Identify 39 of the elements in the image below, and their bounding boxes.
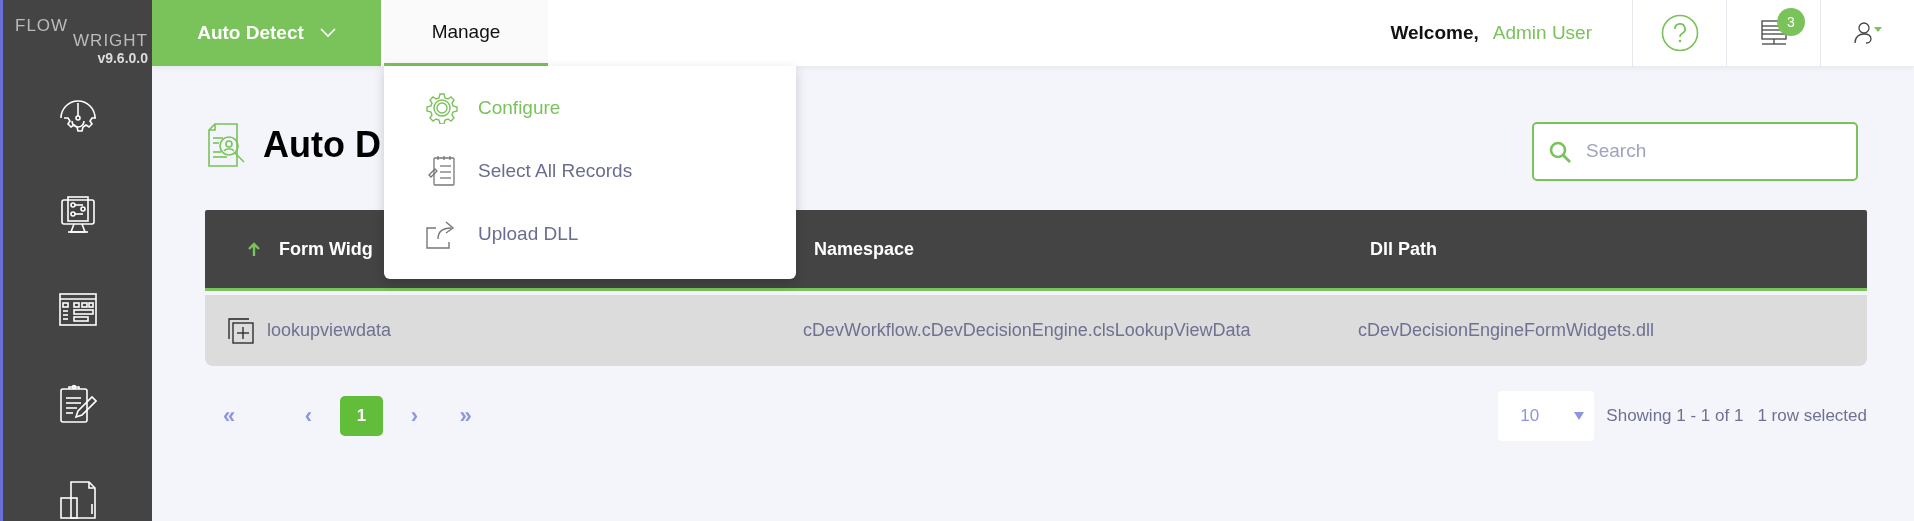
chevron-down-icon [319,28,336,38]
module-dropdown-button[interactable]: Auto Detect [152,0,381,66]
first-page-button[interactable]: « [223,403,283,429]
menu-item[interactable]: Select All Records [384,139,796,202]
notification-badge: 3 [1777,8,1805,36]
user-menu-icon[interactable] [1852,20,1883,46]
sort-up-arrow-icon[interactable] [247,241,261,257]
page-button[interactable]: 1 [340,396,383,436]
logo-text: WRIGHT [73,33,148,48]
checklist-icon[interactable] [428,154,456,187]
page-size-select[interactable]: 10 [1498,391,1595,441]
logo-text: FLOW [14,18,69,33]
previous-page-button[interactable]: ‹ [283,403,334,429]
table-row[interactable]: lookupviewdata cDevWorkflow.cDevDecisionEngine.clsLookupViewData cDevDecisionEngineFormWidgets.dll [205,295,1867,366]
column-header[interactable]: Dll Path [1370,238,1437,260]
last-page-button[interactable]: » [440,403,491,429]
search-field[interactable]: Search [1532,121,1858,181]
column-header[interactable]: Form Widg [279,238,373,260]
clipboard-pencil-icon[interactable] [58,384,97,424]
expand-plus-icon[interactable] [227,316,255,345]
monitor-icon[interactable] [59,196,96,236]
documents-icon[interactable] [58,480,97,520]
table-cell: cDevDecisionEngineFormWidgets.dll [1358,320,1655,341]
welcome-label: Welcome, [1390,22,1479,44]
table-cell: lookupviewdata [267,320,392,341]
next-page-button[interactable]: › [389,403,440,429]
version-label: v9.6.0.0 [97,50,148,66]
search-icon [1548,139,1572,164]
selection-count: 1 row selected [1757,406,1867,426]
caret-down-icon [1574,412,1585,420]
column-header[interactable]: Namespace [814,238,915,260]
menu-item[interactable]: Configure [384,76,796,139]
layout-icon[interactable] [57,292,98,328]
page-title: Auto D [263,124,381,166]
record-count: Showing 1 - 1 of 1 [1606,406,1744,426]
menu-tab[interactable]: Manage [384,0,548,66]
menu-item[interactable]: Upload DLL [384,202,796,265]
user-name: Admin User [1492,22,1592,44]
table-cell: cDevWorkflow.cDevDecisionEngine.clsLookupViewData [803,320,1251,341]
